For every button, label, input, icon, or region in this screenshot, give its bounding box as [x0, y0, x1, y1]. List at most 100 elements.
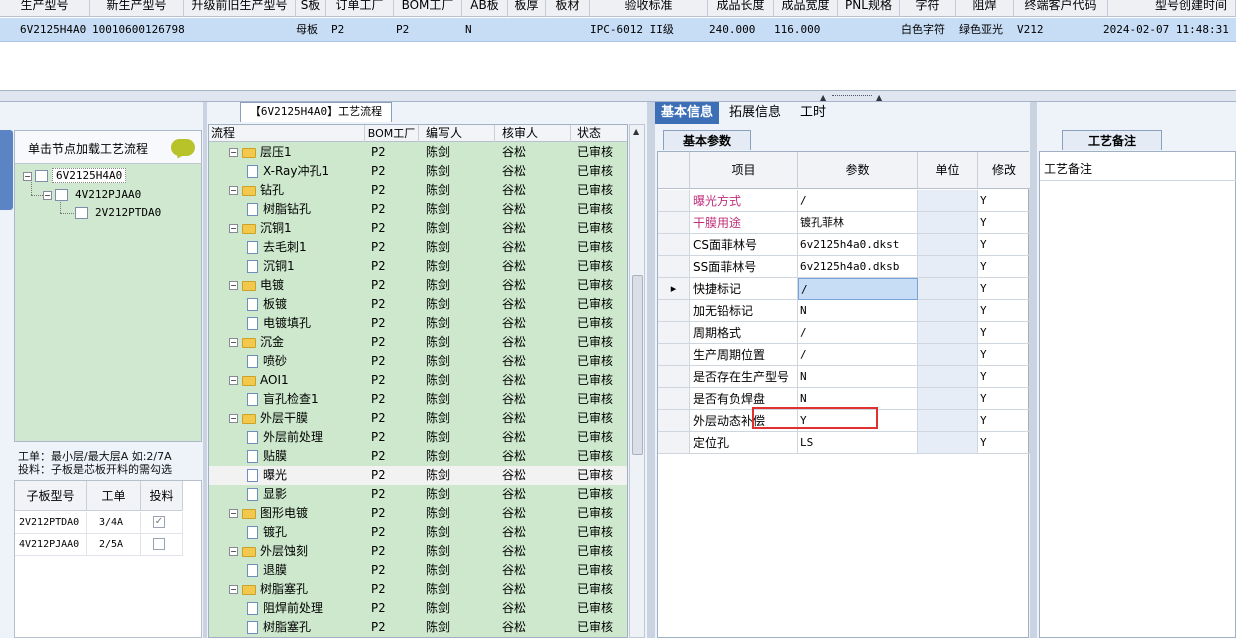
col-bom-factory[interactable]: BOM工厂 — [394, 0, 462, 17]
param-modify[interactable]: Y — [978, 432, 1030, 454]
process-row[interactable]: − 图形电镀 P2 陈剑 谷松 已审核 — [209, 504, 627, 523]
param-modify[interactable]: Y — [978, 190, 1030, 212]
sub-col-order[interactable]: 工单 — [87, 481, 141, 511]
param-modify[interactable]: Y — [978, 234, 1030, 256]
param-modify[interactable]: Y — [978, 256, 1030, 278]
param-unit[interactable] — [918, 410, 978, 432]
param-row[interactable]: 干膜用途 镀孔菲林 Y — [658, 212, 1030, 234]
collapse-icon[interactable]: − — [229, 281, 238, 290]
process-row[interactable]: 电镀填孔 P2 陈剑 谷松 已审核 — [209, 314, 627, 333]
param-value[interactable]: N — [798, 366, 918, 388]
sub-cell-order[interactable]: 2/5A — [87, 534, 141, 556]
collapse-icon[interactable]: − — [229, 585, 238, 594]
collapse-icon[interactable]: − — [229, 224, 238, 233]
tab-basic-params[interactable]: 基本参数 — [663, 130, 751, 150]
param-modify[interactable]: Y — [978, 212, 1030, 234]
collapse-icon[interactable]: − — [229, 148, 238, 157]
col-client[interactable]: 终端客户代码 — [1014, 0, 1108, 17]
param-unit[interactable] — [918, 256, 978, 278]
param-modify[interactable]: Y — [978, 344, 1030, 366]
sub-col-model[interactable]: 子板型号 — [15, 481, 87, 511]
collapse-icon[interactable]: − — [229, 338, 238, 347]
param-modify[interactable]: Y — [978, 388, 1030, 410]
param-unit[interactable] — [918, 190, 978, 212]
col-solder[interactable]: 阻焊 — [956, 0, 1014, 17]
process-row[interactable]: 树脂塞孔 P2 陈剑 谷松 已审核 — [209, 618, 627, 637]
collapse-icon[interactable]: − — [229, 186, 238, 195]
sub-cell-order[interactable]: 3/4A — [87, 512, 141, 534]
col-ab[interactable]: AB板 — [462, 0, 508, 17]
param-unit[interactable] — [918, 212, 978, 234]
process-row[interactable]: X-Ray冲孔1 P2 陈剑 谷松 已审核 — [209, 162, 627, 181]
param-value[interactable]: / — [798, 278, 918, 300]
feed-checkbox[interactable]: ✓ — [153, 516, 165, 528]
process-row[interactable]: 去毛刺1 P2 陈剑 谷松 已审核 — [209, 238, 627, 257]
process-row[interactable]: − 钻孔 P2 陈剑 谷松 已审核 — [209, 181, 627, 200]
scroll-up-icon[interactable]: ▲ — [633, 127, 639, 136]
param-row[interactable]: 曝光方式 / Y — [658, 190, 1030, 212]
param-row[interactable]: 生产周期位置 / Y — [658, 344, 1030, 366]
process-row[interactable]: − 外层干膜 P2 陈剑 谷松 已审核 — [209, 409, 627, 428]
param-row[interactable]: ▸ 快捷标记 / Y — [658, 278, 1030, 300]
process-row[interactable]: − 沉金 P2 陈剑 谷松 已审核 — [209, 333, 627, 352]
side-collapse-tab[interactable] — [0, 130, 13, 210]
col-bom-factory[interactable]: BOM工厂 — [365, 125, 419, 142]
param-modify[interactable]: Y — [978, 322, 1030, 344]
col-char[interactable]: 字符 — [900, 0, 956, 17]
param-row[interactable]: 加无铅标记 N Y — [658, 300, 1030, 322]
col-new-model[interactable]: 新生产型号 — [90, 0, 184, 17]
param-row[interactable]: SS面菲林号 6v2125h4a0.dksb Y — [658, 256, 1030, 278]
param-unit[interactable] — [918, 366, 978, 388]
col-pnl[interactable]: PNL规格 — [838, 0, 900, 17]
param-row[interactable]: CS面菲林号 6v2125h4a0.dkst Y — [658, 234, 1030, 256]
tab-work-hours[interactable]: 工时 — [791, 102, 835, 124]
sub-cell-model[interactable]: 4V212PJAA0 — [15, 534, 87, 556]
horizontal-splitter[interactable]: ▲ ▲ — [0, 90, 1236, 102]
process-row[interactable]: − 层压1 P2 陈剑 谷松 已审核 — [209, 143, 627, 162]
col-length[interactable]: 成品长度 — [708, 0, 774, 17]
col-writer[interactable]: 编写人 — [419, 125, 495, 142]
tree-node-grandchild[interactable]: 2V212PTDA0 — [75, 205, 164, 221]
param-value[interactable]: / — [798, 190, 918, 212]
tree-node-child[interactable]: − 4V212PJAA0 — [43, 187, 144, 203]
process-row[interactable]: 镀孔 P2 陈剑 谷松 已审核 — [209, 523, 627, 542]
param-value[interactable]: 6v2125h4a0.dkst — [798, 234, 918, 256]
col-order-factory[interactable]: 订单工厂 — [326, 0, 394, 17]
param-modify[interactable]: Y — [978, 278, 1030, 300]
scroll-thumb[interactable] — [632, 275, 643, 455]
collapse-down-icon[interactable]: ▲ — [876, 93, 882, 102]
param-row[interactable]: 定位孔 LS Y — [658, 432, 1030, 454]
notes-splitter[interactable] — [1030, 102, 1037, 638]
process-row[interactable]: 板镀 P2 陈剑 谷松 已审核 — [209, 295, 627, 314]
collapse-icon[interactable]: − — [229, 509, 238, 518]
param-value[interactable]: / — [798, 322, 918, 344]
param-modify[interactable]: Y — [978, 410, 1030, 432]
feed-checkbox[interactable] — [153, 538, 165, 550]
process-row[interactable]: 外层前处理 P2 陈剑 谷松 已审核 — [209, 428, 627, 447]
collapse-icon[interactable]: − — [229, 547, 238, 556]
param-unit[interactable] — [918, 234, 978, 256]
col-modify[interactable]: 修改 — [978, 152, 1030, 189]
process-row[interactable]: 退膜 P2 陈剑 谷松 已审核 — [209, 561, 627, 580]
col-status[interactable]: 状态 — [571, 125, 627, 142]
col-flow[interactable]: 流程 — [209, 125, 365, 142]
param-row[interactable]: 周期格式 / Y — [658, 322, 1030, 344]
col-s-board[interactable]: S板 — [296, 0, 326, 17]
process-row[interactable]: − 外层蚀刻 P2 陈剑 谷松 已审核 — [209, 542, 627, 561]
collapse-icon[interactable]: − — [229, 376, 238, 385]
process-row[interactable]: − AOI1 P2 陈剑 谷松 已审核 — [209, 371, 627, 390]
collapse-icon[interactable]: − — [229, 414, 238, 423]
col-prod-model[interactable]: 生产型号 — [0, 0, 90, 17]
tree-node-root[interactable]: − 6V2125H4A0 — [23, 168, 127, 184]
col-standard[interactable]: 验收标准 — [590, 0, 708, 17]
collapse-up-icon[interactable]: ▲ — [820, 93, 826, 102]
notes-box[interactable]: 工艺备注 — [1039, 151, 1236, 638]
right-splitter[interactable] — [647, 102, 655, 638]
process-flow-scrollbar[interactable]: ▲ — [629, 124, 645, 638]
speech-bubble-icon[interactable] — [171, 139, 195, 156]
process-row[interactable]: 盲孔检查1 P2 陈剑 谷松 已审核 — [209, 390, 627, 409]
process-row[interactable]: 树脂钻孔 P2 陈剑 谷松 已审核 — [209, 200, 627, 219]
param-unit[interactable] — [918, 322, 978, 344]
process-row[interactable]: 显影 P2 陈剑 谷松 已审核 — [209, 485, 627, 504]
sub-col-feed[interactable]: 投料 — [141, 481, 183, 511]
